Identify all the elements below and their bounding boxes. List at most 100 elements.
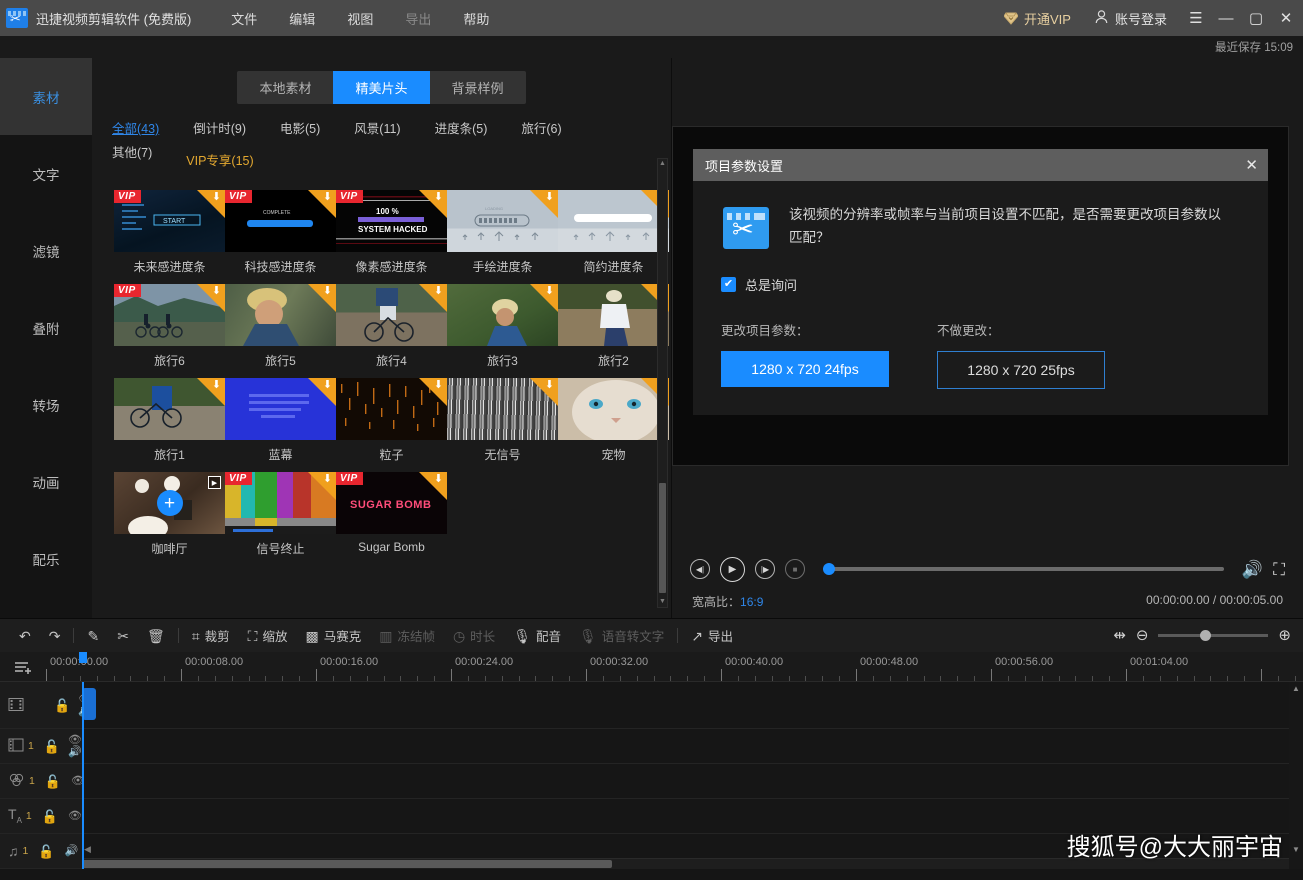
open-vip-button[interactable]: 开通VIP xyxy=(990,9,1085,28)
fit-width-icon[interactable]: ⇹ xyxy=(1113,628,1126,643)
material-item[interactable]: ⬇ 旅行5 xyxy=(225,284,336,369)
material-item[interactable]: LOADING ⬇ 手绘进度条 xyxy=(447,190,558,275)
category-movie[interactable]: 电影(5) xyxy=(280,118,320,142)
unlock-icon[interactable]: 🔓 xyxy=(42,810,58,823)
material-scrollbar[interactable]: ▲ ▼ xyxy=(657,158,668,608)
timeline-zoom-slider[interactable] xyxy=(1158,634,1268,637)
material-thumbnail[interactable]: ⬇ xyxy=(336,378,447,440)
material-thumbnail[interactable]: COMPLETE ⬇ VIP xyxy=(225,190,336,252)
edit-icon[interactable]: ✎ xyxy=(78,629,108,643)
speaker-icon[interactable]: 🔊 xyxy=(65,846,79,857)
crop-button[interactable]: ⌗裁剪 xyxy=(183,626,239,645)
material-thumbnail[interactable]: ⬇ xyxy=(225,378,336,440)
scroll-up-arrow[interactable]: ▲ xyxy=(658,159,667,169)
stop-icon[interactable]: ■ xyxy=(785,559,805,579)
zoom-out-icon[interactable]: ⊖ xyxy=(1136,628,1149,643)
redo-icon[interactable]: ↷ xyxy=(40,629,70,643)
menu-file[interactable]: 文件 xyxy=(215,3,273,34)
maximize-icon[interactable]: ▢ xyxy=(1241,3,1271,33)
unlock-icon[interactable]: 🔓 xyxy=(54,699,70,712)
category-other[interactable]: 其他(7) xyxy=(112,142,152,174)
material-thumbnail[interactable]: ⬇ VIP xyxy=(114,284,225,346)
timeline-ruler[interactable]: 00:00:00.00 00:00:08.00 00:00:16.00 00:0… xyxy=(0,652,1303,682)
material-thumbnail[interactable]: ⬇ xyxy=(558,378,669,440)
speaker-icon[interactable]: 🔊 xyxy=(68,747,82,758)
close-icon[interactable]: ✕ xyxy=(1271,3,1301,33)
change-params-button[interactable]: 1280 x 720 24fps xyxy=(721,351,889,387)
playback-progress-knob[interactable] xyxy=(823,563,835,575)
unlock-icon[interactable]: 🔓 xyxy=(44,740,60,753)
track-header-audio-1[interactable]: ♫ 1 🔓 🔊 xyxy=(0,834,82,868)
material-item[interactable]: SUGAR BOMB ⬇ VIP Sugar Bomb xyxy=(336,472,447,557)
download-icon[interactable]: ⬇ xyxy=(545,192,554,203)
material-thumbnail[interactable]: ⬇ VIP xyxy=(225,472,336,534)
material-thumbnail[interactable]: ⬇ xyxy=(447,284,558,346)
scrollbar-thumb[interactable] xyxy=(659,483,666,593)
material-item[interactable]: START ⬇ VIP 未来感进度条 xyxy=(114,190,225,275)
material-item[interactable]: 100 % SYSTEM HACKED ⬇ VIP 像素感进度条 xyxy=(336,190,447,275)
export-button[interactable]: ↗导出 xyxy=(682,626,742,645)
eye-icon[interactable]: 👁 xyxy=(68,735,82,746)
material-item[interactable]: ⬇ 无信号 xyxy=(447,378,558,463)
sidebar-item-filter[interactable]: 滤镜 xyxy=(0,212,92,289)
tab-intro-templates[interactable]: 精美片头 xyxy=(333,71,429,104)
playhead-handle[interactable] xyxy=(79,652,87,663)
mosaic-button[interactable]: ▩马赛克 xyxy=(296,626,370,645)
timeline-clip[interactable] xyxy=(82,688,96,720)
material-thumbnail[interactable]: ⬇ xyxy=(447,378,558,440)
download-icon[interactable]: ⬇ xyxy=(434,474,443,485)
category-landscape[interactable]: 风景(11) xyxy=(354,118,400,142)
timeline-vertical-scrollbar[interactable]: ▲ ▼ xyxy=(1289,682,1303,869)
sidebar-item-material[interactable]: 素材 xyxy=(0,58,92,135)
category-progressbar[interactable]: 进度条(5) xyxy=(435,118,488,142)
material-thumbnail[interactable]: ⬇ xyxy=(114,378,225,440)
scrollbar-thumb[interactable] xyxy=(82,860,612,868)
sidebar-item-text[interactable]: 文字 xyxy=(0,135,92,212)
timeline-playhead[interactable] xyxy=(82,682,84,869)
minimize-icon[interactable]: — xyxy=(1211,3,1241,33)
download-icon[interactable]: ⬇ xyxy=(323,192,332,203)
zoom-in-icon[interactable]: ⊕ xyxy=(1278,628,1291,643)
material-thumbnail[interactable]: START ⬇ VIP xyxy=(114,190,225,252)
material-item[interactable]: ⬇ 旅行1 xyxy=(114,378,225,463)
download-icon[interactable]: ⬇ xyxy=(545,380,554,391)
download-icon[interactable]: ⬇ xyxy=(434,192,443,203)
keep-params-button[interactable]: 1280 x 720 25fps xyxy=(937,351,1105,389)
dialog-close-icon[interactable]: ✕ xyxy=(1245,158,1258,173)
download-icon[interactable]: ⬇ xyxy=(212,192,221,203)
material-thumbnail[interactable]: ⬇ xyxy=(558,284,669,346)
material-item[interactable]: ⬇ 粒子 xyxy=(336,378,447,463)
download-icon[interactable]: ⬇ xyxy=(212,286,221,297)
track-body-video-1[interactable] xyxy=(82,729,1303,763)
menu-help[interactable]: 帮助 xyxy=(447,3,505,34)
material-thumbnail[interactable]: SUGAR BOMB ⬇ VIP xyxy=(336,472,447,534)
always-ask-row[interactable]: ✔ 总是询问 xyxy=(721,275,1244,294)
timeline-zoom-knob[interactable] xyxy=(1200,630,1211,641)
fullscreen-icon[interactable]: ⛶ xyxy=(1273,561,1285,578)
material-item[interactable]: ⬇ 旅行4 xyxy=(336,284,447,369)
trash-icon[interactable]: 🗑 xyxy=(138,629,174,643)
material-thumbnail[interactable]: ⬇ xyxy=(558,190,669,252)
material-thumbnail[interactable]: ⬇ xyxy=(225,284,336,346)
material-thumbnail[interactable]: LOADING ⬇ xyxy=(447,190,558,252)
download-icon[interactable]: ⬇ xyxy=(323,380,332,391)
add-material-button[interactable]: + xyxy=(157,490,183,516)
category-all[interactable]: 全部(43) xyxy=(112,118,159,142)
scale-button[interactable]: ⛶缩放 xyxy=(239,626,297,645)
sidebar-item-overlay[interactable]: 叠附 xyxy=(0,289,92,366)
menu-view[interactable]: 视图 xyxy=(331,3,389,34)
track-body-filter-1[interactable] xyxy=(82,764,1303,798)
track-header-video-1[interactable]: 1 🔓 👁 🔊 xyxy=(0,729,82,763)
collapse-tracks-icon[interactable]: ◀ xyxy=(84,844,91,855)
download-icon[interactable]: ⬇ xyxy=(434,286,443,297)
next-frame-icon[interactable]: |▶ xyxy=(755,559,775,579)
scroll-down-arrow[interactable]: ▼ xyxy=(658,597,667,607)
download-icon[interactable]: ⬇ xyxy=(323,474,332,485)
preview-play-icon[interactable]: ▶ xyxy=(208,476,221,489)
volume-icon[interactable]: 🔊 xyxy=(1242,561,1263,578)
download-icon[interactable]: ⬇ xyxy=(545,286,554,297)
material-item[interactable]: COMPLETE ⬇ VIP 科技感进度条 xyxy=(225,190,336,275)
voiceover-button[interactable]: 🎙配音 xyxy=(504,626,570,645)
material-item[interactable]: ⬇ 宠物 xyxy=(558,378,669,463)
sidebar-item-transition[interactable]: 转场 xyxy=(0,366,92,443)
